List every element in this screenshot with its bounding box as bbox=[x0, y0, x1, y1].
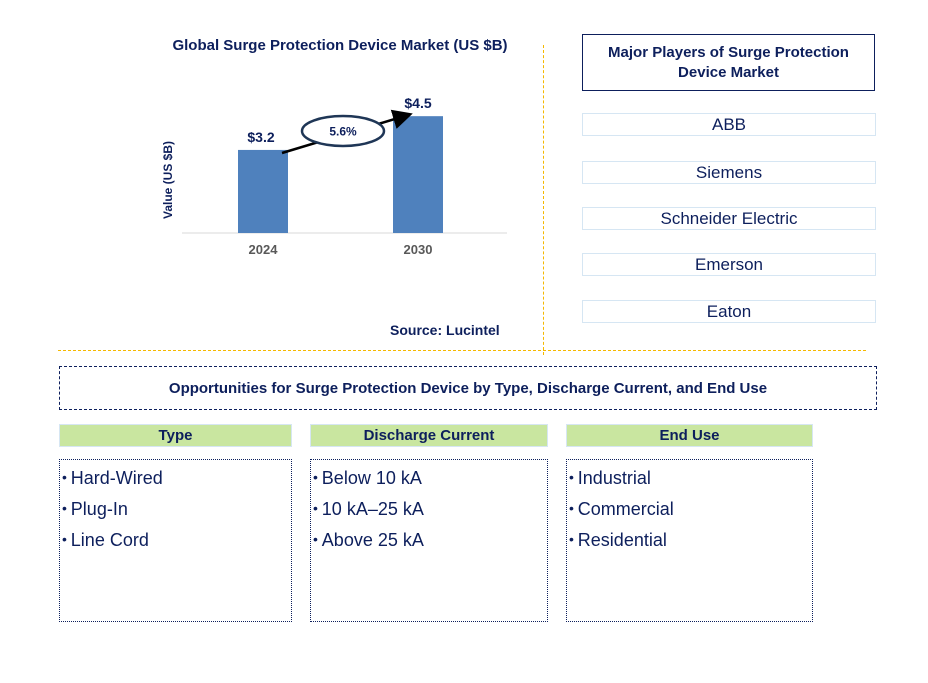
list-item: Line Cord bbox=[62, 524, 291, 555]
vertical-divider bbox=[543, 45, 544, 355]
list-item: 10 kA–25 kA bbox=[313, 493, 547, 524]
horizontal-divider bbox=[58, 350, 866, 351]
chart-title: Global Surge Protection Device Market (U… bbox=[172, 37, 508, 54]
list-item: Industrial bbox=[569, 462, 812, 493]
x-tick-label: 2024 bbox=[249, 242, 279, 257]
list-item: Above 25 kA bbox=[313, 524, 547, 555]
player-item: ABB bbox=[582, 113, 876, 136]
y-axis-label: Value (US $B) bbox=[161, 141, 175, 219]
player-item: Schneider Electric bbox=[582, 207, 876, 230]
player-item: Emerson bbox=[582, 253, 876, 276]
data-label: $3.2 bbox=[247, 129, 274, 145]
list-item: Below 10 kA bbox=[313, 462, 547, 493]
players-title: Major Players of Surge Protection Device… bbox=[582, 34, 875, 91]
list-item: Residential bbox=[569, 524, 812, 555]
category-list-type: Hard-Wired Plug-In Line Cord bbox=[59, 459, 292, 622]
category-list-discharge-current: Below 10 kA 10 kA–25 kA Above 25 kA bbox=[310, 459, 548, 622]
source-label: Source: Lucintel bbox=[390, 322, 500, 338]
data-label: $4.5 bbox=[404, 95, 431, 111]
list-item: Hard-Wired bbox=[62, 462, 291, 493]
bar-2024 bbox=[238, 149, 288, 233]
cagr-annotation: 5.6% bbox=[281, 109, 413, 155]
category-header-end-use: End Use bbox=[566, 424, 813, 447]
bar-chart: Value (US $B) $3.2 2024 $4.5 2030 5.6% bbox=[161, 95, 507, 257]
player-item: Siemens bbox=[582, 161, 876, 184]
category-header-discharge-current: Discharge Current bbox=[310, 424, 548, 447]
category-list-end-use: Industrial Commercial Residential bbox=[566, 459, 813, 622]
bar-2030 bbox=[393, 116, 443, 233]
category-header-type: Type bbox=[59, 424, 292, 447]
x-tick-label: 2030 bbox=[404, 242, 433, 257]
player-item: Eaton bbox=[582, 300, 876, 323]
list-item: Commercial bbox=[569, 493, 812, 524]
cagr-label: 5.6% bbox=[329, 125, 357, 139]
opportunities-title: Opportunities for Surge Protection Devic… bbox=[59, 366, 877, 410]
list-item: Plug-In bbox=[62, 493, 291, 524]
